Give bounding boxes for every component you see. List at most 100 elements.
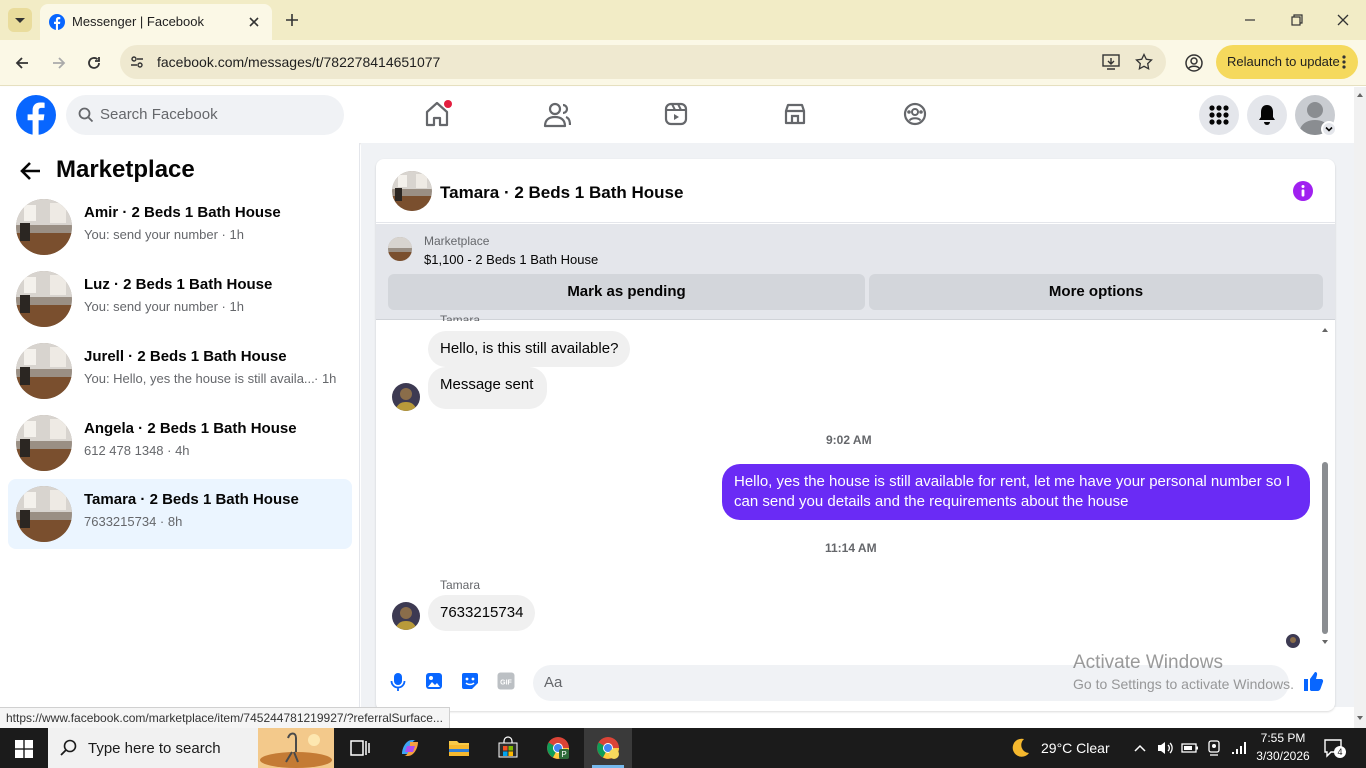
network-icon[interactable]: [1230, 740, 1248, 756]
search-icon: [78, 107, 94, 123]
task-view-icon[interactable]: [348, 736, 372, 760]
url-text: facebook.com/messages/t/782278414651077: [157, 54, 441, 70]
relaunch-label: Relaunch to update: [1227, 54, 1340, 69]
notifications-button[interactable]: [1247, 95, 1287, 135]
received-message[interactable]: 7633215734: [428, 595, 536, 631]
facebook-favicon-icon: [49, 14, 65, 30]
svg-text:P: P: [561, 750, 566, 759]
clock-time[interactable]: 7:55 PM: [1258, 731, 1308, 745]
photo-icon[interactable]: [425, 672, 443, 690]
window-close-icon[interactable]: [1336, 13, 1350, 27]
conversation-item[interactable]: Amir · 2 Beds 1 Bath House You: send you…: [8, 192, 352, 262]
info-icon[interactable]: [1293, 181, 1313, 201]
microphone-icon[interactable]: [390, 672, 406, 692]
relaunch-button[interactable]: Relaunch to update: [1216, 45, 1358, 79]
windows-taskbar: Type here to search P 29°C Clear 7:55 PM…: [0, 728, 1366, 768]
tab-search-button[interactable]: [8, 8, 32, 32]
forward-arrow-icon[interactable]: [49, 53, 69, 73]
grid-menu-icon: [1209, 105, 1229, 125]
message-input-placeholder: Aa: [544, 674, 563, 691]
gif-icon[interactable]: GIF: [497, 672, 515, 690]
conversation-snippet: You: Hello, yes the house is still avail…: [84, 371, 315, 386]
conversation-time: · 1h: [314, 371, 337, 386]
account-menu-button[interactable]: [1321, 121, 1337, 137]
notification-count-badge: 4: [1334, 746, 1346, 758]
address-bar[interactable]: facebook.com/messages/t/782278414651077: [120, 45, 1166, 79]
scrollbar-thumb[interactable]: [1322, 462, 1328, 634]
browser-tab[interactable]: Messenger | Facebook: [40, 4, 272, 40]
more-options-button[interactable]: More options: [869, 274, 1323, 310]
menu-dots-icon[interactable]: [1340, 54, 1348, 70]
scroll-down-icon[interactable]: [1356, 714, 1364, 722]
conversation-snippet: 612 478 1348 · 4h: [84, 443, 190, 458]
new-tab-icon[interactable]: [283, 11, 301, 29]
profile-icon[interactable]: [1184, 53, 1204, 73]
groups-icon[interactable]: [903, 102, 927, 126]
sender-name: Tamara: [440, 313, 481, 321]
back-arrow-icon[interactable]: [20, 161, 42, 181]
message-scrollbar[interactable]: [1320, 325, 1330, 647]
listing-thumbnail: [16, 486, 72, 542]
windows-start-icon[interactable]: [15, 740, 33, 758]
moon-weather-icon[interactable]: [1008, 736, 1032, 760]
taskbar-search-placeholder: Type here to search: [88, 740, 221, 757]
marketplace-icon[interactable]: [783, 102, 807, 126]
back-arrow-icon[interactable]: [12, 53, 32, 73]
conversation-item[interactable]: Angela · 2 Beds 1 Bath House 612 478 134…: [8, 408, 352, 478]
facebook-logo-icon[interactable]: [16, 95, 56, 135]
chrome-profile-icon[interactable]: P: [546, 736, 570, 760]
sender-avatar[interactable]: [392, 383, 420, 411]
timestamp: 9:02 AM: [826, 433, 872, 447]
install-app-icon[interactable]: [1102, 53, 1120, 71]
sender-avatar[interactable]: [392, 602, 420, 630]
file-explorer-icon[interactable]: [447, 736, 471, 760]
weather-text[interactable]: 29°C Clear: [1041, 740, 1110, 756]
restore-icon[interactable]: [1290, 13, 1304, 27]
conversation-list-panel: Marketplace Amir · 2 Beds 1 Bath House Y…: [0, 143, 360, 707]
chevron-up-icon[interactable]: [1133, 742, 1147, 754]
speaker-icon[interactable]: [1156, 740, 1174, 756]
bookmark-star-icon[interactable]: [1135, 53, 1153, 71]
notification-center-button[interactable]: 4: [1323, 738, 1346, 758]
nav-home[interactable]: [424, 100, 452, 128]
reload-icon[interactable]: [84, 53, 104, 73]
video-icon[interactable]: [664, 102, 688, 126]
camera-icon[interactable]: [1206, 740, 1222, 756]
battery-icon[interactable]: [1181, 741, 1199, 755]
copilot-icon[interactable]: [398, 736, 422, 760]
friends-icon[interactable]: [543, 102, 571, 128]
listing-title[interactable]: $1,100 - 2 Beds 1 Bath House: [424, 252, 598, 267]
listing-thumbnail: [16, 343, 72, 399]
minimize-icon[interactable]: [1243, 13, 1257, 27]
facebook-search-input[interactable]: Search Facebook: [66, 95, 344, 135]
site-info-icon[interactable]: [129, 54, 145, 70]
conversation-item[interactable]: Jurell · 2 Beds 1 Bath House You: Hello,…: [8, 336, 352, 406]
microsoft-store-icon[interactable]: [496, 736, 520, 760]
activate-windows-title: Activate Windows: [1073, 652, 1223, 673]
conversation-item-active[interactable]: Tamara · 2 Beds 1 Bath House 7633215734 …: [8, 479, 352, 549]
menu-button[interactable]: [1199, 95, 1239, 135]
chrome-active-taskbar-item[interactable]: [584, 728, 632, 768]
conversation-item[interactable]: Luz · 2 Beds 1 Bath House You: send your…: [8, 264, 352, 334]
seen-receipt-avatar: [1286, 634, 1300, 648]
panel-title: Marketplace: [56, 156, 195, 183]
close-icon[interactable]: [246, 14, 262, 30]
received-message[interactable]: Message sent: [428, 367, 548, 409]
listing-thumbnail: [16, 271, 72, 327]
chat-title[interactable]: Tamara · 2 Beds 1 Bath House: [440, 183, 683, 203]
chat-header: Tamara · 2 Beds 1 Bath House: [376, 159, 1335, 223]
browser-tab-bar: Messenger | Facebook: [0, 0, 1366, 40]
mark-as-pending-button[interactable]: Mark as pending: [388, 274, 865, 310]
search-highlight-image: [258, 728, 334, 768]
taskbar-search[interactable]: Type here to search: [48, 728, 334, 768]
scroll-down-icon[interactable]: [1320, 637, 1330, 647]
like-icon[interactable]: [1302, 670, 1324, 692]
sticker-icon[interactable]: [461, 672, 479, 690]
clock-date[interactable]: 3/30/2026: [1255, 749, 1311, 763]
listing-avatar[interactable]: [392, 171, 432, 211]
sent-message[interactable]: Hello, yes the house is still available …: [722, 464, 1310, 520]
scroll-up-icon[interactable]: [1356, 91, 1364, 99]
page-scrollbar[interactable]: [1354, 87, 1366, 728]
received-message[interactable]: Hello, is this still available?: [428, 331, 631, 367]
scroll-up-icon[interactable]: [1320, 325, 1330, 335]
